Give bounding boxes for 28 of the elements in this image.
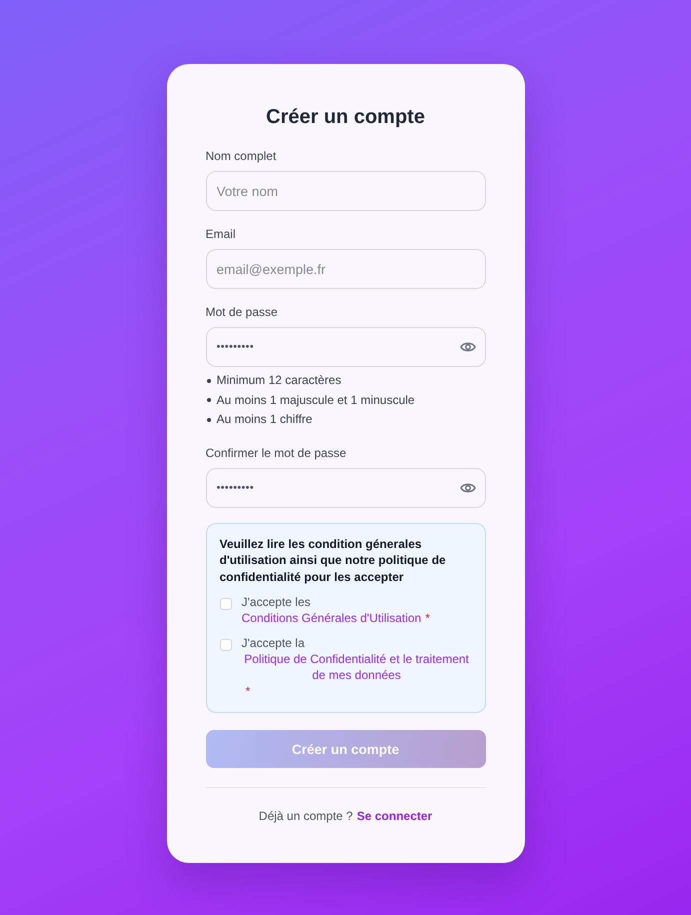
terms-notice: Veuillez lire les condition génerales d'utilisation ainsi que notre politique de confidentialité pour les accepter bbox=[220, 536, 447, 585]
terms-link[interactable]: Conditions Générales d'Utilisation bbox=[242, 610, 422, 626]
email-field[interactable]: email@exemple.fr bbox=[206, 249, 486, 289]
bullet-icon bbox=[206, 398, 210, 402]
checkbox[interactable] bbox=[220, 639, 232, 651]
checkbox[interactable] bbox=[220, 598, 232, 610]
password-field[interactable]: ••••••••• bbox=[206, 327, 486, 367]
required-mark: * bbox=[246, 684, 250, 698]
login-link[interactable]: Se connecter bbox=[356, 809, 432, 823]
field-label: Email bbox=[206, 226, 237, 242]
checkbox-label: J'accepte la bbox=[242, 635, 306, 651]
eye-icon[interactable] bbox=[460, 482, 476, 494]
password-field[interactable]: ••••••••• bbox=[206, 468, 486, 508]
field-label: Confirmer le mot de passe bbox=[206, 444, 348, 460]
required-mark: * bbox=[425, 611, 430, 625]
eye-icon[interactable] bbox=[460, 341, 476, 353]
requirement-text: Au moins 1 chiffre bbox=[216, 411, 312, 428]
field-label: Nom complet bbox=[206, 148, 278, 164]
checkbox-label: J'accepte les bbox=[242, 594, 312, 610]
terms-link[interactable]: Politique de Confidentialité et le traitement de mes données bbox=[242, 651, 472, 683]
name-field[interactable]: Votre nom bbox=[206, 171, 486, 211]
bullet-icon bbox=[206, 418, 210, 422]
form-title: Créer un compte bbox=[265, 105, 426, 130]
requirement-text: Au moins 1 majuscule et 1 minuscule bbox=[216, 392, 415, 408]
bullet-icon bbox=[206, 378, 210, 383]
requirement-text: Minimum 12 caractères bbox=[216, 372, 342, 389]
footer-text: Déjà un compte ? bbox=[258, 809, 353, 823]
field-label: Mot de passe bbox=[206, 304, 279, 320]
